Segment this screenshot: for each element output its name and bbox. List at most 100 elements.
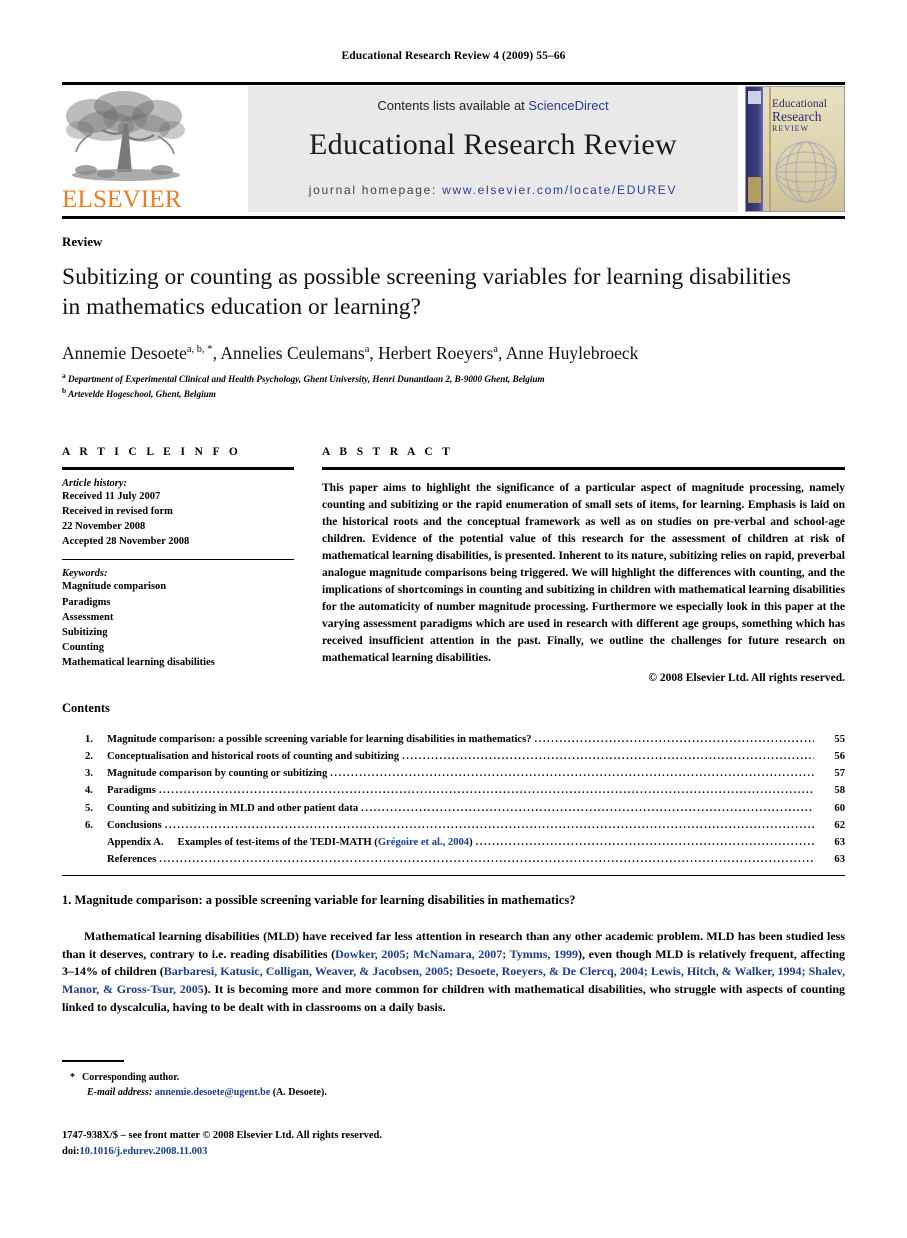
section-1-heading: 1. Magnitude comparison: a possible scre… — [62, 893, 576, 907]
article-history-item: Received 11 July 2007 — [62, 490, 161, 502]
toc-entry-title: References — [107, 854, 157, 866]
author-name: Annelies Ceulemans — [220, 343, 365, 363]
abstract-rule — [322, 467, 845, 470]
toc-leader-dots: ........................................… — [475, 836, 814, 848]
journal-banner: Contents lists available at ScienceDirec… — [248, 86, 738, 212]
footnote-rule — [62, 1060, 124, 1062]
cover-divider — [769, 87, 771, 211]
keywords-list: Magnitude comparison Paradigms Assessment S… — [62, 579, 294, 670]
article-info-label: A R T I C L E I N F O — [62, 446, 242, 458]
journal-masthead: ELSEVIER Contents lists available at Sci… — [62, 84, 845, 214]
keyword-item: Subitizing — [62, 627, 108, 639]
toc-entry-page: 55 — [834, 734, 845, 745]
contents-available-text: Contents lists available at — [377, 98, 529, 113]
abstract-label: A B S T R A C T — [322, 446, 454, 458]
toc-entry-title: Paradigms — [107, 785, 156, 797]
doi-link[interactable]: 10.1016/j.edurev.2008.11.003 — [80, 1146, 208, 1157]
toc-entry[interactable]: 2. Conceptualisation and historical roots… — [85, 748, 845, 765]
toc-entry-page: 63 — [834, 854, 845, 866]
keywords-label: Keywords: — [62, 568, 108, 580]
affiliation: a Department of Experimental Clinical an… — [62, 371, 545, 385]
toc-entry[interactable]: 3. Magnitude comparison by counting or su… — [85, 765, 845, 782]
sciencedirect-link[interactable]: ScienceDirect — [528, 98, 608, 113]
homepage-label: journal homepage: — [308, 183, 438, 197]
toc-entry-number: 3. — [85, 768, 93, 780]
toc-leader-dots: ........................................… — [361, 802, 814, 814]
toc-entry[interactable]: Appendix A. Examples of test-items of the… — [85, 834, 845, 851]
author-affiliation-mark: a — [493, 344, 498, 356]
toc-entry-page: 62 — [834, 819, 845, 831]
toc-entry[interactable]: 4. Paradigms.............................… — [85, 782, 845, 799]
toc-leader-dots: ........................................… — [164, 819, 814, 831]
author-name: Annemie Desoete — [62, 343, 187, 363]
toc-leader-dots: ........................................… — [158, 785, 814, 797]
cover-title-line3: REVIEW — [772, 123, 810, 133]
running-head: Educational Research Review 4 (2009) 55–… — [341, 50, 566, 62]
toc-entry-number: 4. — [85, 785, 93, 797]
toc-entry-title: Examples of test-items of the TEDI-MATH … — [177, 836, 378, 848]
toc-entry-title: Magnitude comparison: a possible screeni… — [107, 734, 532, 745]
affiliation-mark: b — [62, 386, 67, 396]
contents-heading: Contents — [62, 701, 110, 715]
cover-spine-logo — [748, 91, 761, 104]
article-history-item: Accepted 28 November 2008 — [62, 536, 190, 548]
corresponding-author-footnote: * Corresponding author. E-mail address: a… — [70, 1070, 570, 1100]
article-history-label: Article history: — [62, 477, 128, 489]
footnote-line-2: E-mail address: annemie.desoete@ugent.be… — [70, 1085, 570, 1100]
abstract-text: This paper aims to highlight the signifi… — [322, 481, 845, 664]
cover-spine-band — [748, 177, 761, 203]
toc-entry[interactable]: References..............................… — [85, 851, 845, 868]
inline-citation[interactable]: Dowker, 2005; McNamara, 2007; Tymms, 199… — [335, 947, 578, 961]
imprint-doi-line: doi:10.1016/j.edurev.2008.11.003 — [62, 1144, 662, 1160]
page-title: Subitizing or counting as possible scree… — [62, 264, 791, 321]
toc-entry-number: 5. — [85, 802, 93, 814]
toc-entry-title: Conclusions — [107, 819, 162, 831]
toc-entry-number: 2. — [85, 751, 93, 763]
affiliation: b Artevelde Hogeschool, Ghent, Belgium — [62, 386, 216, 400]
contents-available-line: Contents lists available at ScienceDirec… — [248, 98, 738, 113]
toc-entry-title-after: ) — [469, 836, 473, 848]
section-divider-rule — [62, 875, 845, 876]
article-history-list: Received 11 July 2007 Received in revised… — [62, 489, 294, 550]
author-name: Herbert Roeyers — [378, 343, 494, 363]
table-of-contents: 1. Magnitude comparison: a possible scree… — [85, 731, 845, 868]
toc-entry-page: 56 — [834, 751, 845, 763]
article-info-column: A R T I C L E I N F O Article history: R… — [62, 446, 294, 671]
article-history-item: 22 November 2008 — [62, 520, 146, 532]
toc-entry-page: 60 — [834, 802, 845, 814]
toc-entry-title: Conceptualisation and historical roots o… — [107, 751, 400, 763]
toc-entry-number: 6. — [85, 819, 93, 831]
toc-leader-dots: ........................................… — [330, 768, 814, 780]
keyword-item: Assessment — [62, 611, 114, 623]
email-link[interactable]: annemie.desoete@ugent.be — [155, 1087, 270, 1098]
paper-page: Educational Research Review 4 (2009) 55–… — [0, 0, 907, 1238]
imprint-block: 1747-938X/$ – see front matter © 2008 El… — [62, 1128, 662, 1160]
email-label: E-mail address: — [87, 1087, 153, 1098]
toc-entry[interactable]: 5. Counting and subitizing in MLD and oth… — [85, 800, 845, 817]
toc-leader-dots: ........................................… — [402, 751, 814, 763]
cover-title-line2: Research — [772, 109, 822, 125]
article-info-rule — [62, 467, 294, 470]
elsevier-tree-icon — [62, 86, 190, 186]
toc-entry-citation[interactable]: Grégoire et al., 2004 — [378, 834, 469, 851]
keyword-item: Paradigms — [62, 596, 111, 608]
keyword-item: Counting — [62, 642, 105, 654]
homepage-link[interactable]: www.elsevier.com/locate/EDUREV — [442, 183, 677, 197]
keywords-rule — [62, 559, 294, 561]
cover-title: Educational Research REVIEW — [772, 98, 840, 134]
toc-leader-dots: ........................................… — [534, 734, 814, 745]
article-history-item: Received in revised form — [62, 505, 173, 517]
toc-entry[interactable]: 6. Conclusions...........................… — [85, 817, 845, 834]
footnote-line-1: * Corresponding author. — [70, 1070, 570, 1085]
abstract-copyright: © 2008 Elsevier Ltd. All rights reserved… — [648, 671, 845, 684]
keyword-item: Magnitude comparison — [62, 581, 167, 593]
toc-appendix-label: Appendix A. — [107, 836, 164, 848]
cover-globe-icon — [772, 139, 840, 205]
doi-label: doi: — [62, 1145, 80, 1157]
toc-entry-title: Counting and subitizing in MLD and other… — [107, 802, 359, 814]
article-type: Review — [62, 234, 103, 249]
keyword-item: Mathematical learning disabilities — [62, 657, 215, 669]
section-1-paragraph: Mathematical learning disabilities (MLD)… — [62, 928, 845, 1016]
abstract-column: A B S T R A C T This paper aims to highl… — [322, 446, 845, 684]
toc-entry[interactable]: 1. Magnitude comparison: a possible scree… — [85, 731, 845, 748]
